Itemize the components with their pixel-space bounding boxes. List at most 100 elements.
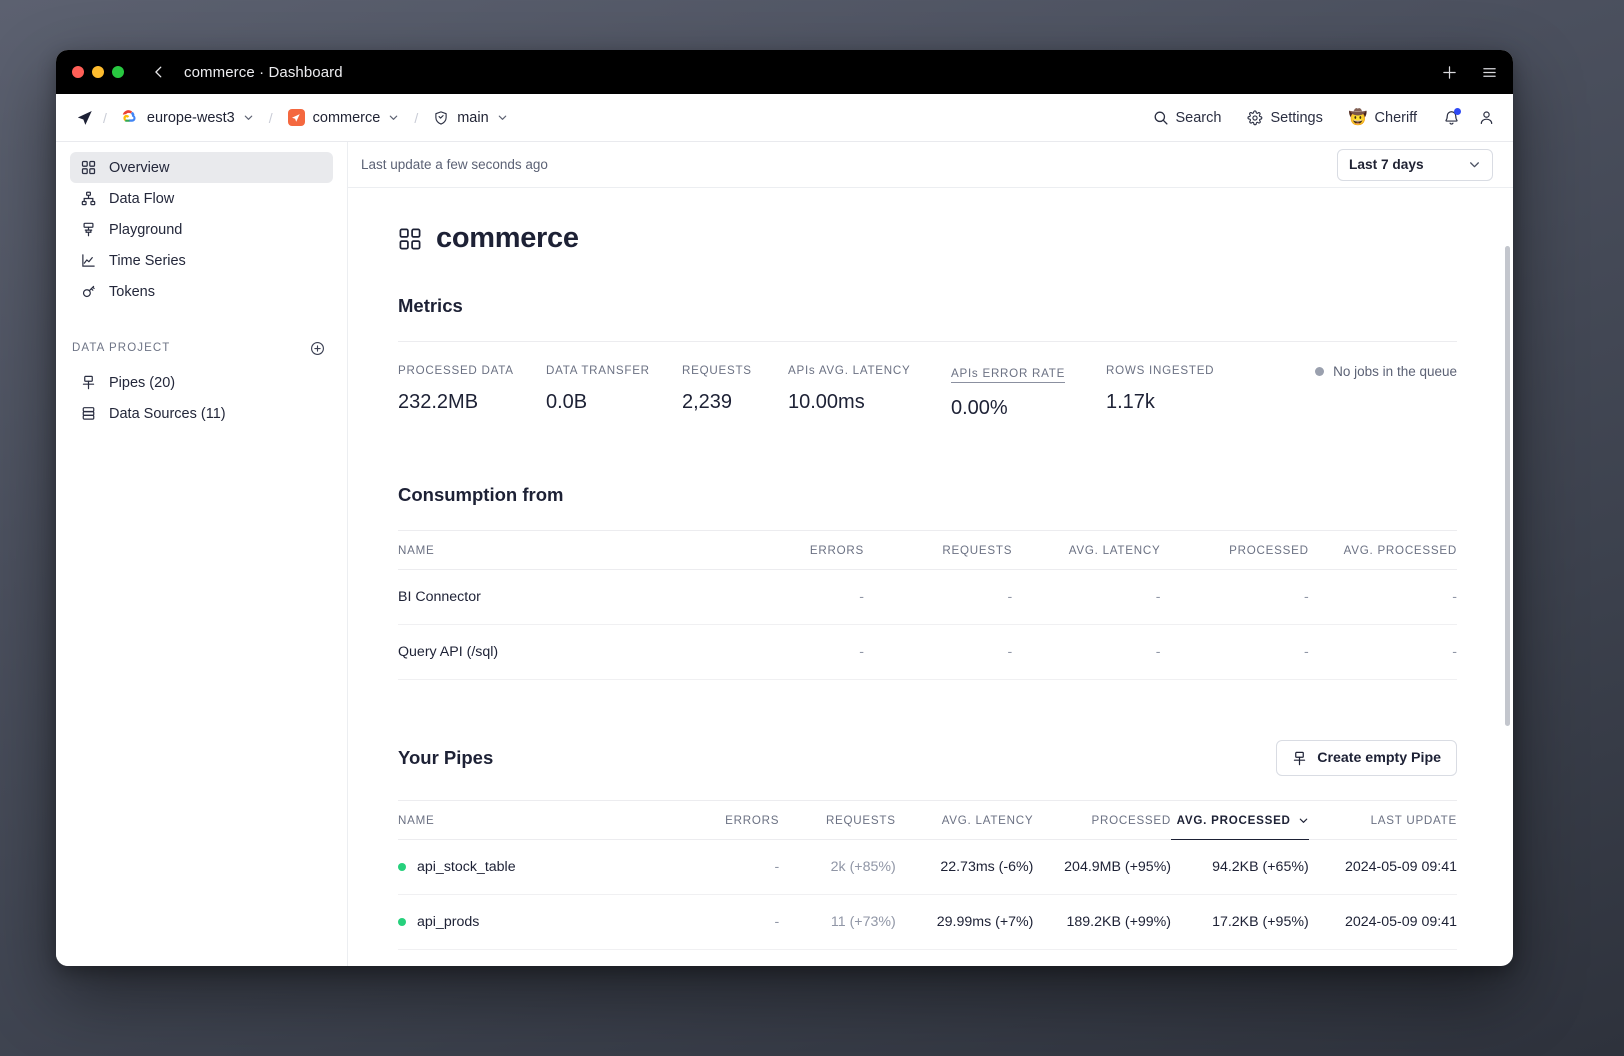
- pipe-processed: 204.9MB (+95%): [1033, 839, 1172, 895]
- col-requests[interactable]: REQUESTS: [779, 800, 896, 840]
- col-avg-processed[interactable]: AVG. PROCESSED: [1171, 800, 1309, 840]
- breadcrumb-item-region[interactable]: europe-west3: [116, 106, 260, 129]
- plus-circle-icon[interactable]: [310, 341, 325, 356]
- search-icon: [1153, 110, 1169, 126]
- col-last-update[interactable]: LAST UPDATE: [1308, 800, 1457, 840]
- create-empty-pipe-button[interactable]: Create empty Pipe: [1276, 740, 1457, 776]
- date-range-value: Last 7 days: [1349, 157, 1424, 172]
- breadcrumb-region-label: europe-west3: [146, 109, 235, 126]
- sidebar-item-time-series[interactable]: Time Series: [70, 245, 333, 276]
- window-traffic-lights: [72, 66, 124, 78]
- user-menu-button[interactable]: 🤠 Cheriff: [1349, 110, 1417, 126]
- metric-apis-avg-latency: APIs AVG. LATENCY 10.00ms: [788, 364, 951, 414]
- sidebar-section-data-project: DATA PROJECT: [70, 329, 333, 367]
- col-avg-latency[interactable]: AVG. LATENCY: [895, 800, 1034, 840]
- metric-apis-error-rate[interactable]: APIs ERROR RATE 0.00%: [951, 364, 1106, 420]
- col-name[interactable]: NAME: [398, 800, 684, 840]
- sidebar-item-pipes[interactable]: Pipes (20): [70, 367, 333, 398]
- consumption-section-title: Consumption from: [398, 484, 564, 505]
- metric-data-transfer: DATA TRANSFER 0.0B: [546, 364, 682, 414]
- chevron-down-icon: [1298, 815, 1309, 826]
- scroll-area[interactable]: commerce Metrics PROCESSED DATA 232.2MB …: [348, 188, 1513, 966]
- table-row[interactable]: api_prods - 11 (+73%) 29.99ms (+7%) 189.…: [398, 894, 1457, 950]
- col-errors[interactable]: ERRORS: [683, 800, 780, 840]
- consumption-processed: -: [1160, 624, 1309, 680]
- sidebar-item-label: Data Sources (11): [109, 405, 226, 422]
- plus-icon[interactable]: [1439, 62, 1459, 82]
- data-flow-icon: [80, 190, 97, 207]
- cowboy-face-emoji-icon: 🤠: [1348, 109, 1368, 126]
- status-dot-icon: [398, 863, 406, 871]
- table-row[interactable]: Query API (/sql) - - - - -: [398, 624, 1457, 680]
- main-toolbar: Last update a few seconds ago Last 7 day…: [348, 142, 1513, 188]
- col-avg-processed[interactable]: AVG. PROCESSED: [1308, 530, 1457, 570]
- status-dot-icon: [398, 918, 406, 926]
- consumption-errors: -: [726, 569, 864, 625]
- consumption-processed: -: [1160, 569, 1309, 625]
- date-range-selector[interactable]: Last 7 days: [1337, 148, 1493, 181]
- pipes-section-title: Your Pipes: [398, 747, 494, 768]
- sidebar-item-overview[interactable]: Overview: [70, 152, 333, 183]
- col-processed[interactable]: PROCESSED: [1033, 800, 1172, 840]
- playground-icon: [80, 221, 97, 238]
- pipe-name-label: api_stock_table: [417, 859, 516, 875]
- sidebar-section-label: DATA PROJECT: [72, 342, 171, 354]
- table-row[interactable]: api_stock_table - 2k (+85%) 22.73ms (-6%…: [398, 839, 1457, 895]
- table-row[interactable]: BI Connector - - - - -: [398, 569, 1457, 625]
- time-series-icon: [80, 252, 97, 269]
- chevron-down-icon[interactable]: [497, 112, 508, 123]
- sidebar-item-data-sources[interactable]: Data Sources (11): [70, 398, 333, 429]
- metric-label: APIs AVG. LATENCY: [788, 364, 911, 377]
- col-avg-latency[interactable]: AVG. LATENCY: [1012, 530, 1161, 570]
- table-row[interactable]: api_kpis - 11 (+73%) 30.84ms (+16%) 186.…: [398, 949, 1457, 966]
- queue-status-label: No jobs in the queue: [1333, 364, 1457, 379]
- consumption-latency: -: [1012, 569, 1161, 625]
- sidebar-item-data-flow[interactable]: Data Flow: [70, 183, 333, 214]
- col-requests[interactable]: REQUESTS: [863, 530, 1013, 570]
- settings-label: Settings: [1270, 109, 1323, 126]
- sidebar-item-playground[interactable]: Playground: [70, 214, 333, 245]
- pipe-name-cell[interactable]: api_kpis: [398, 949, 684, 966]
- user-name-label: Cheriff: [1374, 109, 1417, 126]
- col-avg-processed-label: AVG. PROCESSED: [1176, 814, 1291, 827]
- main-content: Last update a few seconds ago Last 7 day…: [348, 142, 1513, 966]
- breadcrumb-separator: /: [414, 109, 419, 126]
- sidebar-item-tokens[interactable]: Tokens: [70, 276, 333, 307]
- create-empty-pipe-label: Create empty Pipe: [1317, 750, 1441, 766]
- chevron-down-icon[interactable]: [243, 112, 254, 123]
- search-button[interactable]: Search: [1153, 110, 1221, 126]
- sidebar-item-label: Time Series: [109, 252, 186, 269]
- account-button[interactable]: [1478, 109, 1495, 126]
- col-processed[interactable]: PROCESSED: [1160, 530, 1309, 570]
- col-name[interactable]: NAME: [398, 530, 727, 570]
- pipe-last-update: 2024-05-09 09:41: [1308, 839, 1457, 895]
- chevron-down-icon[interactable]: [388, 112, 399, 123]
- minimize-window-button[interactable]: [92, 66, 104, 78]
- pipe-avg-processed: 94.2KB (+65%): [1171, 839, 1309, 895]
- col-errors[interactable]: ERRORS: [726, 530, 864, 570]
- close-window-button[interactable]: [72, 66, 84, 78]
- tinybird-logo-icon[interactable]: [76, 109, 94, 127]
- notification-badge: [1454, 108, 1461, 115]
- settings-button[interactable]: Settings: [1247, 109, 1323, 126]
- breadcrumb-item-workspace[interactable]: commerce: [282, 106, 406, 129]
- breadcrumb-item-branch[interactable]: main: [427, 107, 513, 129]
- metric-rows-ingested: ROWS INGESTED 1.17k: [1106, 364, 1256, 414]
- metric-label[interactable]: APIs ERROR RATE: [951, 367, 1066, 383]
- vertical-scrollbar[interactable]: [1505, 246, 1510, 726]
- sidebar: Overview Data Flow Playground Time Serie…: [56, 142, 348, 966]
- status-dot-icon: [1315, 367, 1325, 376]
- pipe-errors: -: [683, 894, 780, 950]
- back-button[interactable]: [148, 61, 170, 83]
- pipe-name-cell[interactable]: api_stock_table: [398, 839, 684, 895]
- pipes-table: NAME ERRORS REQUESTS AVG. LATENCY PROCES…: [398, 800, 1457, 966]
- window-title: commerce · Dashboard: [184, 63, 343, 81]
- metric-label: PROCESSED DATA: [398, 364, 514, 377]
- maximize-window-button[interactable]: [112, 66, 124, 78]
- breadcrumb-workspace-label: commerce: [312, 109, 381, 126]
- hamburger-menu-icon[interactable]: [1479, 62, 1499, 82]
- pipe-name-cell[interactable]: api_prods: [398, 894, 684, 950]
- metric-label: REQUESTS: [682, 364, 752, 377]
- breadcrumb-separator: /: [268, 109, 273, 126]
- notifications-button[interactable]: [1443, 108, 1461, 126]
